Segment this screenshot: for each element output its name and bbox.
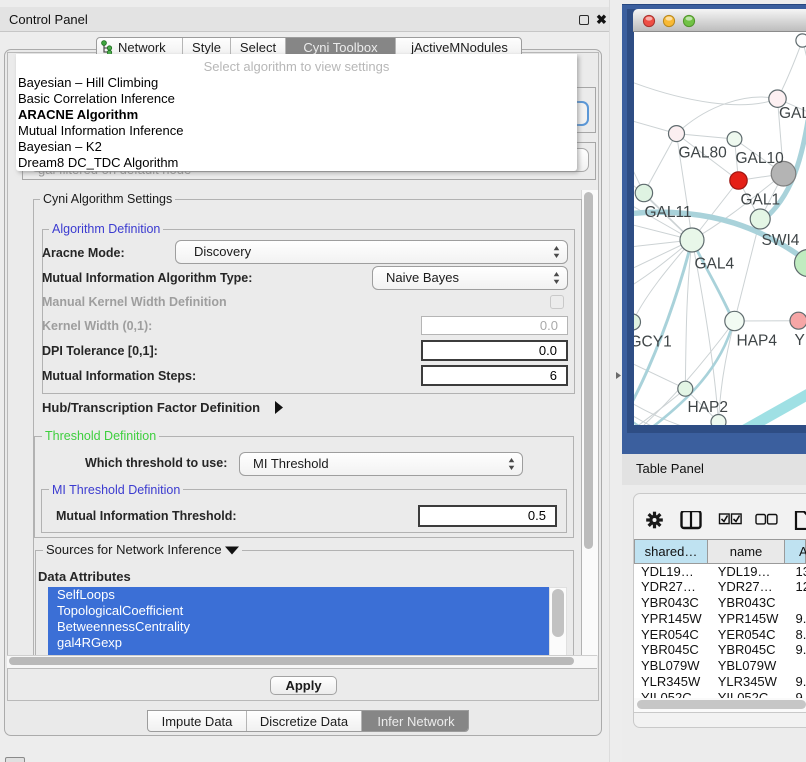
- svg-text:GAL7: GAL7: [779, 105, 806, 122]
- svg-text:GCY1: GCY1: [634, 334, 672, 351]
- svg-text:SWI4: SWI4: [762, 232, 800, 249]
- svg-text:HAP2: HAP2: [688, 399, 729, 416]
- svg-text:GAL1: GAL1: [741, 192, 781, 209]
- svg-text:GAL4: GAL4: [695, 256, 735, 273]
- svg-text:GAL80: GAL80: [679, 145, 728, 162]
- svg-text:Y: Y: [795, 332, 805, 349]
- svg-text:HAP4: HAP4: [737, 333, 778, 350]
- svg-text:GAL11: GAL11: [645, 204, 692, 221]
- svg-text:GAL10: GAL10: [736, 150, 785, 167]
